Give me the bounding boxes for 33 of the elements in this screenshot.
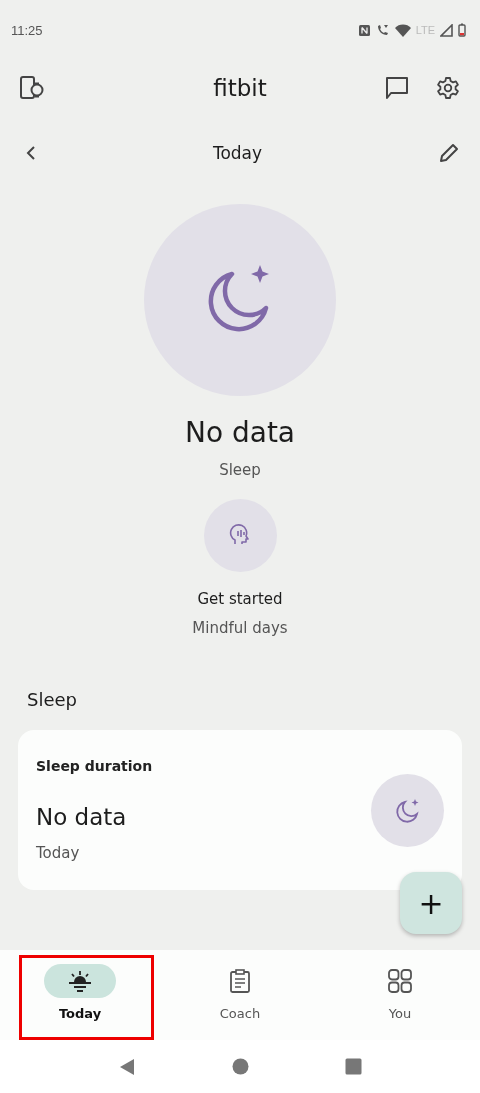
wifi-icon: [394, 23, 411, 37]
nav-tab[interactable]: Today: [44, 950, 116, 1040]
nav-tab[interactable]: Coach: [204, 950, 276, 1040]
mindful-action[interactable]: Get started: [197, 590, 283, 608]
edit-icon[interactable]: [438, 142, 460, 164]
back-nav-icon[interactable]: [118, 1057, 136, 1076]
mindful-label: Mindful days: [192, 619, 288, 637]
sleep-label: Sleep: [219, 461, 261, 479]
grid-icon: [388, 969, 412, 993]
back-icon[interactable]: [25, 145, 37, 161]
moon-icon: [394, 797, 421, 823]
devices-icon[interactable]: [20, 76, 46, 100]
nfc-icon: [357, 23, 371, 37]
clipboard-icon: [229, 969, 251, 993]
date-label: Today: [212, 143, 263, 163]
settings-icon[interactable]: [436, 76, 460, 100]
call-icon: [375, 23, 390, 37]
sleep-value: No data: [184, 416, 295, 449]
card-period: Today: [36, 844, 81, 862]
message-icon[interactable]: [384, 75, 410, 101]
nav-tab[interactable]: You: [364, 950, 436, 1040]
app-logo: fitbit: [213, 75, 267, 101]
section-title: Sleep: [27, 689, 77, 710]
sleep-card[interactable]: Sleep duration No data Today: [18, 730, 462, 890]
recents-nav-icon[interactable]: [345, 1058, 362, 1075]
card-value: No data: [36, 804, 128, 830]
signal-icon: [440, 23, 453, 37]
add-button[interactable]: +: [400, 872, 462, 934]
home-nav-icon[interactable]: [232, 1058, 249, 1075]
sunrise-icon: [67, 970, 93, 992]
battery-icon: [458, 23, 466, 37]
status-time: 11:25: [11, 22, 43, 38]
card-title: Sleep duration: [36, 758, 154, 774]
